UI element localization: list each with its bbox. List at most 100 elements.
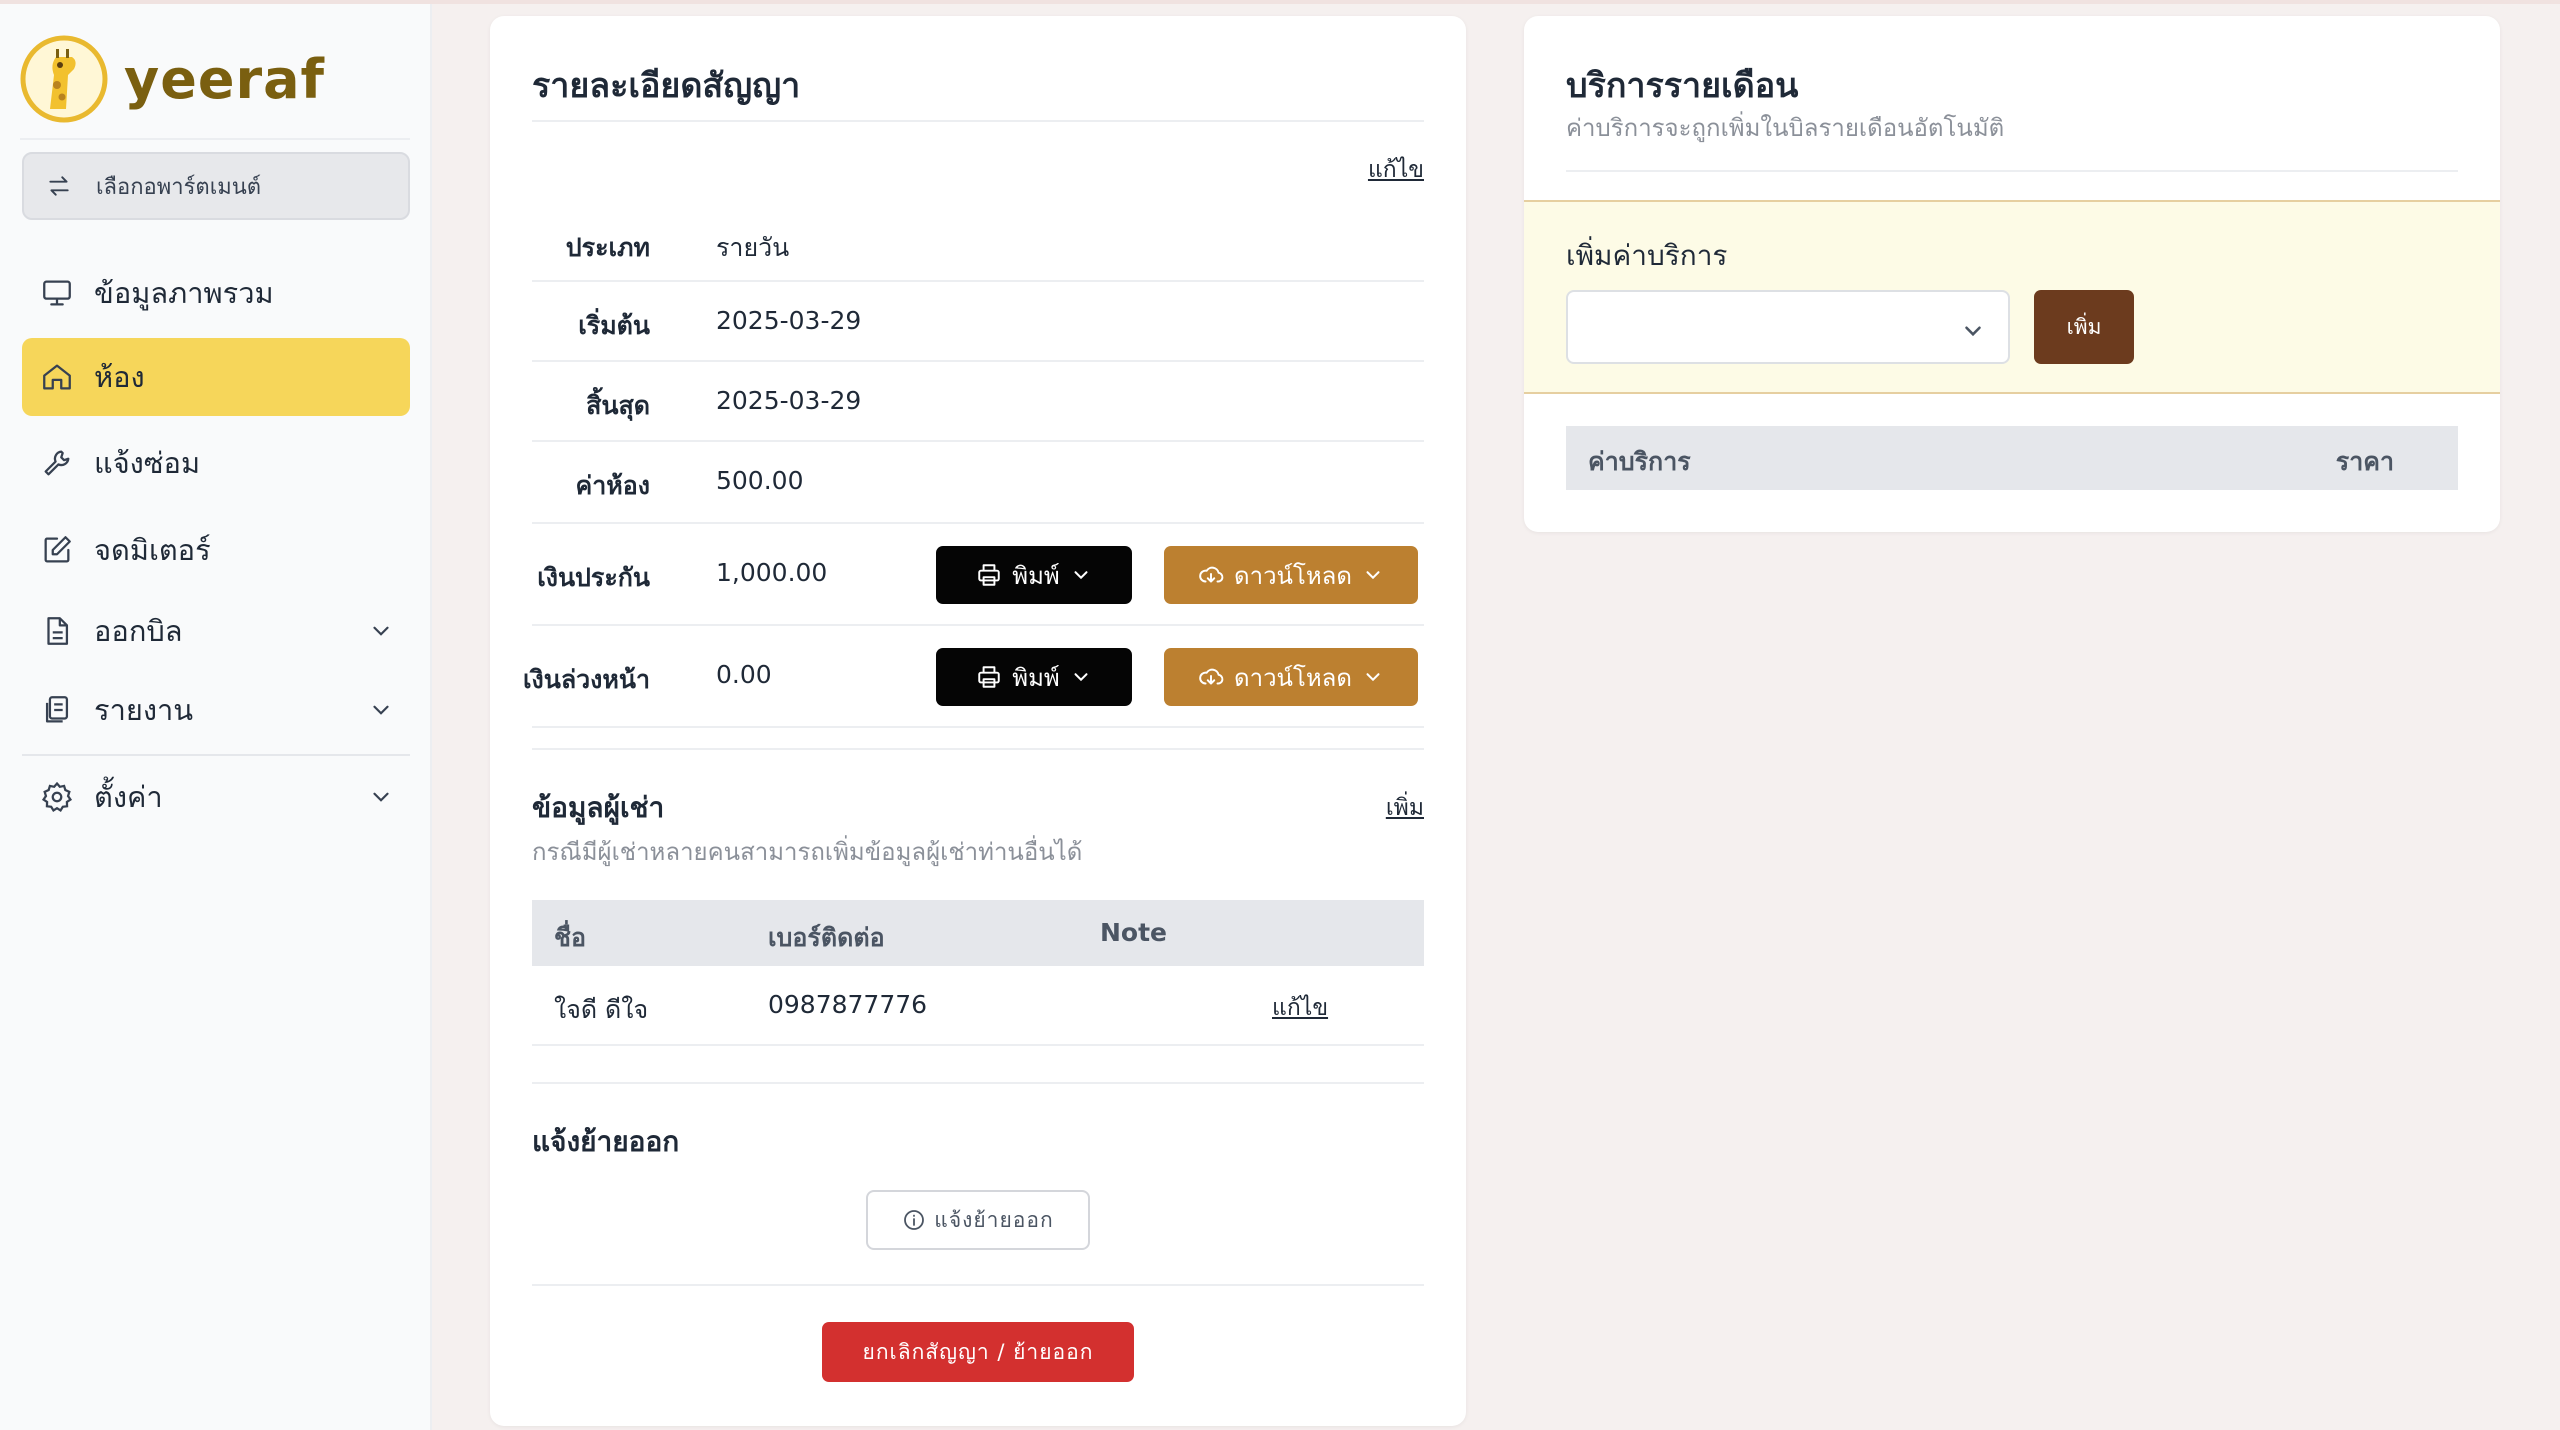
column-header: ชื่อ bbox=[554, 923, 586, 952]
document-icon bbox=[47, 617, 69, 645]
contract-row-start: เริ่มต้น 2025-03-29 bbox=[532, 282, 1424, 362]
services-card: บริการรายเดือน ค่าบริการจะถูกเพิ่มในบิลร… bbox=[1524, 16, 2500, 532]
monitor-icon bbox=[43, 280, 71, 306]
divider bbox=[20, 138, 410, 140]
print-deposit-button[interactable]: พิมพ์ bbox=[936, 546, 1132, 604]
download-label: ดาวน์โหลด bbox=[1234, 561, 1352, 590]
tenants-title: ข้อมูลผู้เช่า bbox=[532, 791, 665, 824]
printer-icon bbox=[978, 666, 1000, 688]
wrench-icon bbox=[44, 450, 70, 476]
chevron-down-icon bbox=[1366, 673, 1380, 682]
services-title: บริการรายเดือน bbox=[1566, 66, 1799, 106]
sidebar-item-settings[interactable]: ตั้งค่า bbox=[22, 758, 410, 836]
contract-row-rent: ค่าห้อง 500.00 bbox=[532, 442, 1424, 524]
sidebar-item-label: ออกบิล bbox=[94, 614, 183, 648]
edit-contract-link[interactable]: แก้ไข bbox=[1368, 152, 1424, 188]
sidebar: yeeraf เลือกอพาร์ตเมนต์ ข้อมูลภาพรวม ห้อ… bbox=[0, 4, 432, 1430]
clipboard-icon bbox=[45, 696, 69, 723]
add-tenant-link[interactable]: เพิ่ม bbox=[1386, 790, 1424, 826]
divider bbox=[532, 748, 1424, 750]
service-select[interactable] bbox=[1566, 290, 2010, 364]
column-header: เบอร์ติดต่อ bbox=[768, 923, 885, 952]
contract-row-deposit: เงินประกัน 1,000.00 พิมพ์ ดาวน์โหลด bbox=[532, 524, 1424, 626]
column-header: Note bbox=[1100, 918, 1168, 947]
row-label: สิ้นสุด bbox=[586, 391, 650, 420]
chevron-down-icon bbox=[1074, 571, 1088, 580]
sidebar-item-label: ห้อง bbox=[94, 360, 145, 394]
divider bbox=[532, 1082, 1424, 1084]
cloud-download-icon bbox=[1199, 668, 1224, 685]
row-label: ค่าห้อง bbox=[575, 471, 650, 500]
gear-icon bbox=[41, 781, 73, 813]
services-subtitle: ค่าบริการจะถูกเพิ่มในบิลรายเดือนอัตโนมัต… bbox=[1566, 114, 2005, 142]
row-value: 500.00 bbox=[716, 466, 804, 495]
table-row: ใจดี ดีใจ 0987877776 แก้ไข bbox=[532, 966, 1424, 1046]
info-icon bbox=[904, 1210, 925, 1230]
edit-icon bbox=[44, 536, 71, 563]
print-advance-button[interactable]: พิมพ์ bbox=[936, 648, 1132, 706]
add-service-button[interactable]: เพิ่ม bbox=[2034, 290, 2134, 364]
row-label: เริ่มต้น bbox=[578, 311, 650, 340]
tenant-name: ใจดี ดีใจ bbox=[554, 995, 649, 1024]
row-value: 2025-03-29 bbox=[716, 386, 862, 415]
add-service-title: เพิ่มค่าบริการ bbox=[1566, 239, 1728, 272]
download-label: ดาวน์โหลด bbox=[1234, 663, 1352, 692]
services-table-header: ค่าบริการ ราคา bbox=[1566, 426, 2458, 490]
contract-title: รายละเอียดสัญญา bbox=[532, 66, 801, 106]
chevron-down-icon bbox=[373, 705, 389, 715]
cloud-download-icon bbox=[1199, 566, 1224, 583]
nav-divider bbox=[22, 754, 410, 756]
apartment-select-button[interactable]: เลือกอพาร์ตเมนต์ bbox=[22, 152, 410, 220]
giraffe-logo-icon bbox=[20, 35, 108, 123]
cancel-contract-button[interactable]: ยกเลิกสัญญา / ย้ายออก bbox=[822, 1322, 1134, 1382]
row-value: รายวัน bbox=[716, 233, 790, 262]
sidebar-item-billing[interactable]: ออกบิล bbox=[22, 592, 410, 670]
add-service-panel: เพิ่มค่าบริการ เพิ่ม bbox=[1524, 200, 2500, 394]
download-deposit-button[interactable]: ดาวน์โหลด bbox=[1164, 546, 1418, 604]
contract-row-advance: เงินล่วงหน้า 0.00 พิมพ์ ดาวน์โหลด bbox=[523, 626, 1424, 728]
row-value: 1,000.00 bbox=[716, 558, 828, 587]
sidebar-item-repair[interactable]: แจ้งซ่อม bbox=[22, 424, 410, 502]
download-advance-button[interactable]: ดาวน์โหลด bbox=[1164, 648, 1418, 706]
divider bbox=[1566, 170, 2458, 172]
divider bbox=[532, 120, 1424, 122]
sidebar-item-label: จดมิเตอร์ bbox=[94, 533, 211, 567]
column-header: ค่าบริการ bbox=[1588, 447, 1691, 476]
column-header: ราคา bbox=[2335, 447, 2394, 476]
contract-row-end: สิ้นสุด 2025-03-29 bbox=[532, 362, 1424, 442]
moveout-title: แจ้งย้ายออก bbox=[532, 1125, 680, 1158]
brand-name: yeeraf bbox=[124, 47, 326, 111]
edit-tenant-link[interactable]: แก้ไข bbox=[1272, 990, 1328, 1026]
swap-icon bbox=[49, 176, 69, 196]
row-label: เงินล่วงหน้า bbox=[522, 665, 650, 694]
row-label: ประเภท bbox=[565, 233, 650, 262]
notify-moveout-button[interactable]: แจ้งย้ายออก bbox=[866, 1190, 1090, 1250]
row-value: 2025-03-29 bbox=[716, 306, 862, 335]
chevron-down-icon bbox=[373, 626, 389, 636]
printer-icon bbox=[978, 564, 1000, 586]
row-value: 0.00 bbox=[716, 660, 772, 689]
home-icon bbox=[43, 364, 71, 390]
tenants-table-header: ชื่อ เบอร์ติดต่อ Note bbox=[532, 900, 1424, 966]
brand-logo[interactable]: yeeraf bbox=[20, 34, 325, 124]
sidebar-item-label: ข้อมูลภาพรวม bbox=[94, 276, 274, 310]
tenant-phone: 0987877776 bbox=[768, 990, 928, 1019]
chevron-down-icon bbox=[1965, 326, 1981, 337]
contract-row-type: ประเภท รายวัน bbox=[532, 202, 1424, 282]
sidebar-item-label: ตั้งค่า bbox=[94, 780, 163, 814]
apartment-select-label: เลือกอพาร์ตเมนต์ bbox=[96, 174, 262, 200]
chevron-down-icon bbox=[373, 792, 389, 802]
sidebar-item-reports[interactable]: รายงาน bbox=[22, 671, 410, 749]
sidebar-item-label: แจ้งซ่อม bbox=[94, 446, 201, 480]
row-label: เงินประกัน bbox=[537, 563, 650, 592]
sidebar-item-overview[interactable]: ข้อมูลภาพรวม bbox=[22, 254, 410, 332]
print-label: พิมพ์ bbox=[1012, 663, 1060, 692]
sidebar-item-label: รายงาน bbox=[94, 693, 194, 727]
print-label: พิมพ์ bbox=[1012, 561, 1060, 590]
chevron-down-icon bbox=[1074, 673, 1088, 682]
sidebar-item-rooms[interactable]: ห้อง bbox=[22, 338, 410, 416]
contract-card: รายละเอียดสัญญา แก้ไข ประเภท รายวัน เริ่… bbox=[490, 16, 1466, 1426]
chevron-down-icon bbox=[1366, 571, 1380, 580]
sidebar-item-meter[interactable]: จดมิเตอร์ bbox=[22, 511, 410, 589]
notify-moveout-label: แจ้งย้ายออก bbox=[934, 1207, 1054, 1232]
